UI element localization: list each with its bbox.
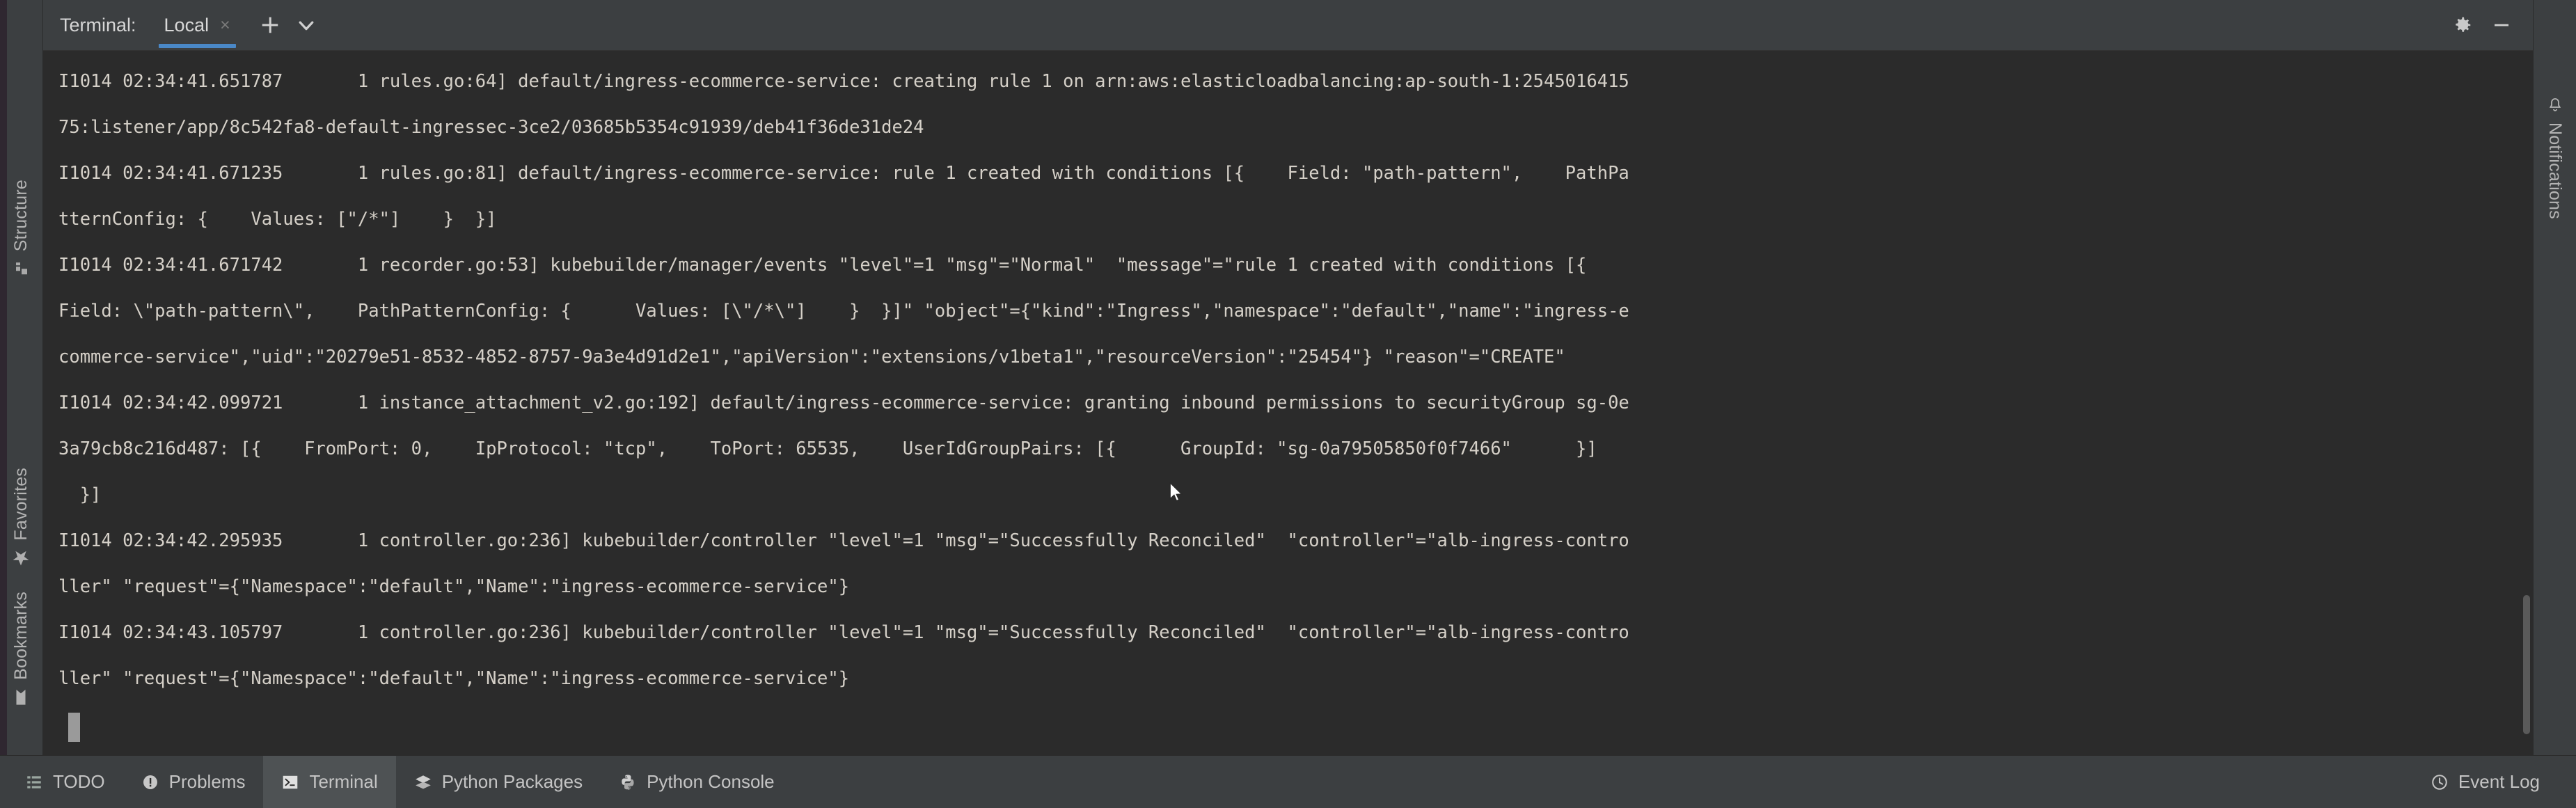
status-item-event-log[interactable]: Event Log bbox=[2412, 771, 2558, 793]
star-icon bbox=[13, 548, 31, 567]
terminal-scrollbar-thumb[interactable] bbox=[2523, 595, 2530, 734]
right-tool-rail: Notifications bbox=[2533, 0, 2576, 755]
status-item-python-packages-label: Python Packages bbox=[442, 771, 583, 793]
terminal-line: I1014 02:34:42.295935 1 controller.go:23… bbox=[49, 518, 2520, 564]
main-region: Structure Favorites Bookmarks bbox=[0, 0, 2576, 755]
terminal-line: I1014 02:34:41.671742 1 recorder.go:53] … bbox=[49, 242, 2520, 288]
terminal-scrollbar[interactable] bbox=[2520, 52, 2533, 755]
terminal-prompt-line[interactable] bbox=[49, 702, 2520, 747]
status-item-todo-label: TODO bbox=[53, 771, 105, 793]
status-item-python-console[interactable]: Python Console bbox=[601, 756, 793, 808]
sidebar-item-favorites-label: Favorites bbox=[11, 468, 31, 541]
bookmark-icon bbox=[13, 688, 31, 706]
status-item-python-console-label: Python Console bbox=[647, 771, 775, 793]
terminal-output[interactable]: I1014 02:34:41.651787 1 rules.go:64] def… bbox=[43, 52, 2520, 755]
terminal-cursor bbox=[68, 713, 80, 742]
status-item-event-log-label: Event Log bbox=[2458, 771, 2540, 793]
terminal-line: commerce-service","uid":"20279e51-8532-4… bbox=[49, 334, 2520, 380]
terminal-tab-local-label: Local bbox=[164, 15, 210, 36]
ide-window: Structure Favorites Bookmarks bbox=[0, 0, 2576, 808]
terminal-line: ller" "request"={"Namespace":"default","… bbox=[49, 656, 2520, 702]
terminal-tab-local[interactable]: Local × bbox=[155, 0, 240, 50]
status-item-python-packages[interactable]: Python Packages bbox=[396, 756, 601, 808]
terminal-tab-strip: Local × bbox=[155, 0, 240, 50]
terminal-header-right-actions bbox=[2447, 0, 2533, 50]
warning-circle-icon bbox=[141, 773, 159, 791]
rail-edge-decoration bbox=[0, 0, 7, 755]
status-item-terminal-label: Terminal bbox=[309, 771, 377, 793]
terminal-content-wrapper: I1014 02:34:41.651787 1 rules.go:64] def… bbox=[43, 51, 2533, 755]
session-dropdown-button[interactable] bbox=[290, 9, 322, 41]
terminal-line: 75:listener/app/8c542fa8-default-ingress… bbox=[49, 104, 2520, 150]
left-tool-rail: Structure Favorites Bookmarks bbox=[0, 0, 43, 755]
sidebar-item-notifications[interactable]: Notifications bbox=[2541, 84, 2569, 232]
terminal-header: Terminal: Local × bbox=[43, 0, 2533, 51]
status-item-todo[interactable]: TODO bbox=[7, 756, 123, 808]
sidebar-item-structure-label: Structure bbox=[11, 180, 31, 251]
python-icon bbox=[619, 773, 637, 791]
terminal-line: I1014 02:34:41.671235 1 rules.go:81] def… bbox=[49, 150, 2520, 196]
sidebar-item-bookmarks[interactable]: Bookmarks bbox=[7, 579, 35, 719]
status-item-terminal[interactable]: Terminal bbox=[263, 756, 395, 808]
terminal-tool-window: Terminal: Local × bbox=[43, 0, 2533, 755]
status-item-problems-label: Problems bbox=[169, 771, 246, 793]
terminal-line: tternConfig: { Values: ["/*"] } }] bbox=[49, 196, 2520, 242]
sidebar-item-favorites[interactable]: Favorites bbox=[7, 455, 35, 580]
terminal-line: I1014 02:34:42.099721 1 instance_attachm… bbox=[49, 380, 2520, 426]
terminal-line: Field: \"path-pattern\", PathPatternConf… bbox=[49, 288, 2520, 334]
sidebar-item-notifications-label: Notifications bbox=[2545, 122, 2565, 219]
terminal-icon bbox=[281, 773, 299, 791]
terminal-line: 3a79cb8c216d487: [{ FromPort: 0, IpProto… bbox=[49, 426, 2520, 472]
sidebar-item-bookmarks-label: Bookmarks bbox=[11, 592, 31, 680]
sidebar-item-structure[interactable]: Structure bbox=[7, 167, 35, 290]
new-session-button[interactable] bbox=[254, 9, 286, 41]
todo-list-icon bbox=[25, 773, 43, 791]
terminal-title: Terminal: bbox=[43, 0, 136, 50]
terminal-line: }] bbox=[49, 472, 2520, 518]
active-tab-indicator bbox=[159, 44, 236, 48]
terminal-line: I1014 02:34:43.105797 1 controller.go:23… bbox=[49, 610, 2520, 656]
bell-icon bbox=[2546, 96, 2564, 114]
status-item-problems[interactable]: Problems bbox=[123, 756, 264, 808]
bottom-tool-bar: TODO Problems Terminal bbox=[0, 755, 2576, 808]
status-bar-right: Event Log bbox=[2412, 756, 2576, 808]
terminal-line: ller" "request"={"Namespace":"default","… bbox=[49, 564, 2520, 610]
event-log-icon bbox=[2431, 773, 2449, 791]
minimize-icon[interactable] bbox=[2486, 9, 2518, 41]
close-icon[interactable]: × bbox=[220, 17, 230, 34]
terminal-header-actions bbox=[254, 0, 322, 50]
gear-icon[interactable] bbox=[2447, 9, 2479, 41]
terminal-line: I1014 02:34:41.651787 1 rules.go:64] def… bbox=[49, 58, 2520, 104]
packages-icon bbox=[414, 773, 432, 791]
structure-icon bbox=[13, 260, 31, 278]
